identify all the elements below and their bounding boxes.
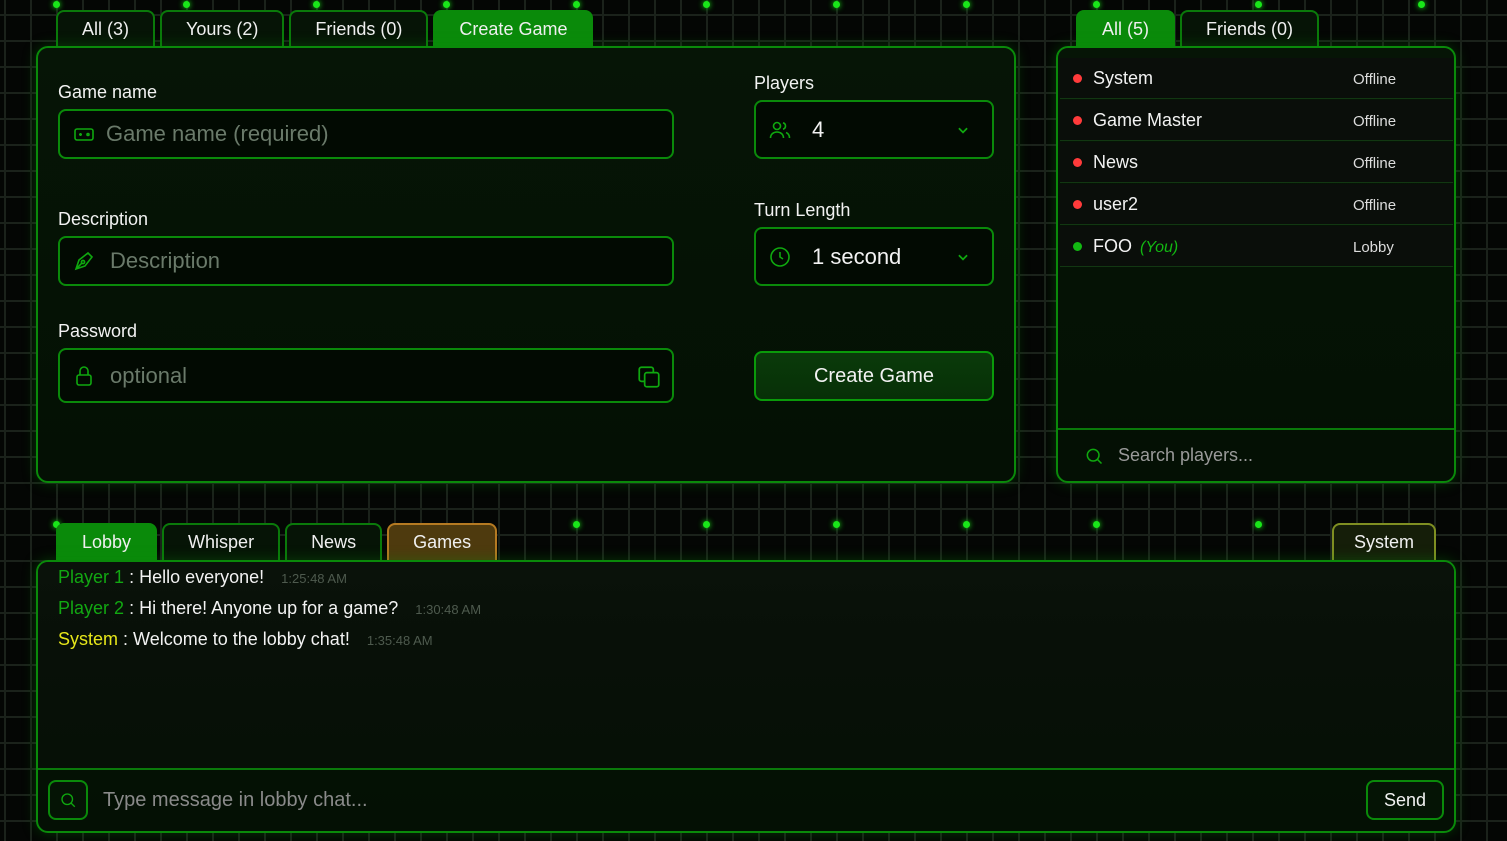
chat-input-placeholder: Type message in lobby chat... <box>103 789 368 811</box>
player-row[interactable]: FOO (You) Lobby <box>1060 226 1453 267</box>
tab-create-game[interactable]: Create Game <box>433 10 594 47</box>
message-sender[interactable]: Player 2 <box>58 598 124 618</box>
tab-all-players[interactable]: All (5) <box>1076 10 1176 47</box>
pen-icon <box>74 251 94 271</box>
player-search-input[interactable]: Search players... <box>1060 430 1453 480</box>
game-name-placeholder: Game name (required) <box>106 121 329 146</box>
chat-search-button[interactable] <box>48 780 88 820</box>
users-icon <box>769 121 791 138</box>
chat-messages-area <box>38 562 1454 768</box>
grid-dot <box>963 521 970 528</box>
message-timestamp: 1:25:48 AM <box>281 571 347 586</box>
chat-input-divider <box>38 768 1454 770</box>
tab-friends-games[interactable]: Friends (0) <box>289 10 429 47</box>
description-label: Description <box>58 209 149 229</box>
player-status: Offline <box>1353 197 1397 214</box>
tab-friends-players[interactable]: Friends (0) <box>1180 10 1320 47</box>
description-input[interactable]: Description <box>58 236 674 286</box>
player-name-text: FOO <box>1093 236 1132 256</box>
player-name: Game Master <box>1093 110 1203 130</box>
tab-whisper[interactable]: Whisper <box>162 523 281 560</box>
turn-length-select[interactable]: 1 second <box>754 227 994 286</box>
players-select[interactable]: 4 <box>754 100 994 159</box>
player-row[interactable]: System Offline <box>1060 58 1453 99</box>
controller-icon <box>74 128 94 141</box>
offline-status-dot <box>1073 116 1082 125</box>
turn-length-value: 1 second <box>812 243 902 269</box>
grid-dot <box>573 521 580 528</box>
clock-icon <box>770 246 790 267</box>
chevron-down-icon <box>958 254 968 261</box>
game-name-label: Game name <box>58 82 158 102</box>
grid-dot <box>1255 521 1262 528</box>
player-row[interactable]: News Offline <box>1060 142 1453 183</box>
chat-message: Player 1 : Hello everyone! 1:25:48 AM <box>58 567 347 588</box>
tab-your-games[interactable]: Yours (2) <box>160 10 285 47</box>
offline-status-dot <box>1073 74 1082 83</box>
players-value: 4 <box>812 116 825 142</box>
grid-dot <box>1418 1 1425 8</box>
chat-message: System : Welcome to the lobby chat! 1:35… <box>58 629 433 650</box>
grid-dot <box>833 521 840 528</box>
message-text: : Hello everyone! <box>129 567 265 587</box>
game-tabs: All (3) Yours (2) Friends (0) Create Gam… <box>56 10 594 47</box>
tab-news[interactable]: News <box>285 523 383 560</box>
description-placeholder: Description <box>110 248 221 273</box>
chevron-down-icon <box>958 127 968 134</box>
player-name: News <box>1093 152 1139 172</box>
grid-dot <box>573 1 580 8</box>
grid-dot <box>703 521 710 528</box>
players-label: Players <box>754 73 815 93</box>
player-search-placeholder: Search players... <box>1118 445 1254 465</box>
message-timestamp: 1:35:48 AM <box>366 633 433 648</box>
player-status: Lobby <box>1353 239 1394 256</box>
player-tabs: All (5) Friends (0) <box>1076 10 1320 47</box>
player-status: Offline <box>1353 155 1397 172</box>
turn-length-label: Turn Length <box>754 200 851 220</box>
player-name: FOO (You) <box>1093 236 1178 257</box>
grid-dot <box>53 1 60 8</box>
message-timestamp: 1:30:48 AM <box>415 602 482 617</box>
player-row[interactable]: user2 Offline <box>1060 184 1453 225</box>
game-name-input[interactable]: Game name (required) <box>58 109 674 159</box>
chat-message: Player 2 : Hi there! Anyone up for a gam… <box>58 598 481 619</box>
chat-tabs: Lobby Whisper News Games <box>56 523 498 560</box>
grid-dot <box>1255 1 1262 8</box>
message-text: : Welcome to the lobby chat! <box>123 629 350 649</box>
grid-dot <box>183 1 190 8</box>
chat-message-input[interactable]: Type message in lobby chat... <box>96 780 1356 820</box>
grid-dot <box>443 1 450 8</box>
send-button[interactable]: Send <box>1366 780 1444 820</box>
tab-lobby[interactable]: Lobby <box>56 523 158 560</box>
copy-icon[interactable] <box>636 364 662 390</box>
player-status: Offline <box>1353 113 1397 130</box>
grid-dot <box>833 1 840 8</box>
search-icon <box>61 793 76 808</box>
search-icon <box>1086 448 1103 465</box>
you-tag: (You) <box>1140 239 1179 256</box>
message-sender[interactable]: System <box>58 629 118 649</box>
player-name: user2 <box>1093 194 1139 214</box>
grid-dot <box>1093 1 1100 8</box>
grid-dot <box>313 1 320 8</box>
player-name: System <box>1093 68 1154 88</box>
create-game-button[interactable]: Create Game <box>754 351 994 401</box>
tab-games[interactable]: Games <box>387 523 498 560</box>
password-label: Password <box>58 321 138 341</box>
offline-status-dot <box>1073 200 1082 209</box>
player-status: Offline <box>1353 71 1397 88</box>
password-input[interactable]: optional <box>58 348 674 403</box>
message-text: : Hi there! Anyone up for a game? <box>129 598 399 618</box>
lock-icon <box>76 365 92 386</box>
tab-system[interactable]: System <box>1332 523 1436 560</box>
message-sender[interactable]: Player 1 <box>58 567 124 587</box>
tab-all-games[interactable]: All (3) <box>56 10 156 47</box>
grid-dot <box>703 1 710 8</box>
grid-dot <box>1093 521 1100 528</box>
grid-dot <box>963 1 970 8</box>
password-placeholder: optional <box>110 362 188 388</box>
player-row[interactable]: Game Master Offline <box>1060 100 1453 141</box>
offline-status-dot <box>1073 158 1082 167</box>
online-status-dot <box>1073 242 1082 251</box>
